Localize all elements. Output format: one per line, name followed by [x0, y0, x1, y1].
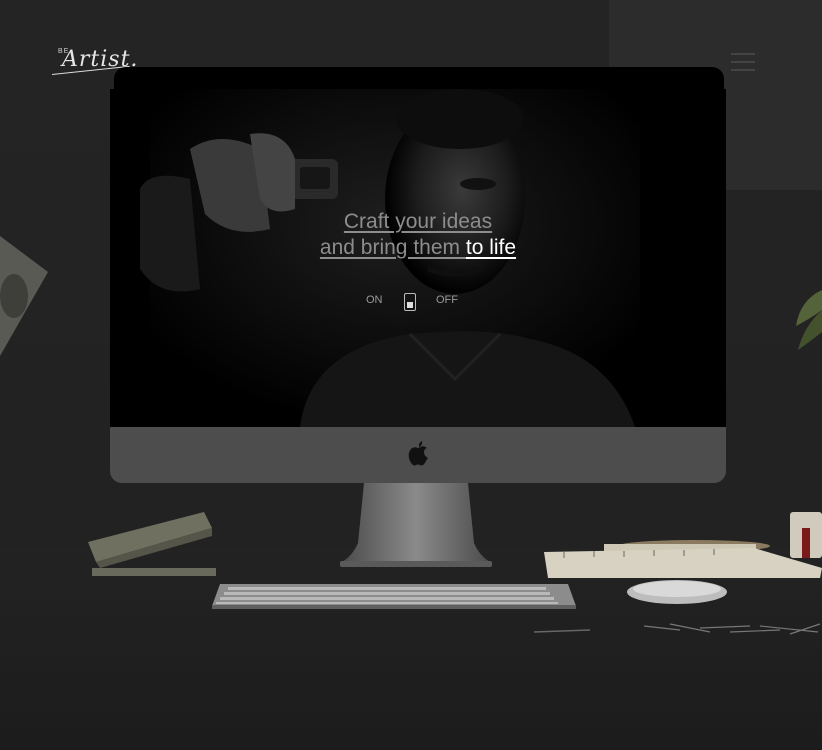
desk-lamp-image	[0, 236, 48, 356]
hero-headline: Craft your ideas and bring them to life	[110, 209, 726, 261]
desk-scene: BE Artist. Craft your ideas and bring th…	[0, 0, 822, 750]
stapler-image	[88, 512, 216, 576]
measuring-tape-image	[544, 540, 822, 578]
menu-bar	[731, 69, 755, 71]
power-toggle-row: ON OFF	[110, 290, 726, 312]
imac-monitor: Craft your ideas and bring them to life …	[110, 67, 726, 483]
toggle-off-label[interactable]: OFF	[436, 294, 458, 306]
keyboard-image	[212, 584, 576, 609]
monitor-stand	[340, 483, 492, 567]
paper-clips-image	[643, 623, 821, 635]
pen-image	[533, 629, 591, 633]
monitor-chin	[110, 427, 726, 483]
plant-image	[796, 290, 822, 350]
hero-line-2: and bring them to life	[110, 235, 726, 261]
menu-bar	[731, 61, 755, 63]
hero-highlight-text: to life	[465, 236, 517, 259]
hero-line-2-text: and bring them	[319, 236, 466, 259]
monitor-screen: Craft your ideas and bring them to life …	[110, 89, 726, 427]
apple-logo-icon	[408, 441, 428, 466]
hero-line-1-text: Craft your ideas	[343, 210, 493, 233]
gift-box-image	[790, 512, 822, 558]
menu-bar	[731, 53, 755, 55]
toggle-on-label[interactable]: ON	[366, 294, 383, 306]
toggle-knob	[407, 302, 413, 308]
hero-line-1: Craft your ideas	[110, 209, 726, 235]
power-toggle-switch[interactable]	[404, 293, 416, 311]
